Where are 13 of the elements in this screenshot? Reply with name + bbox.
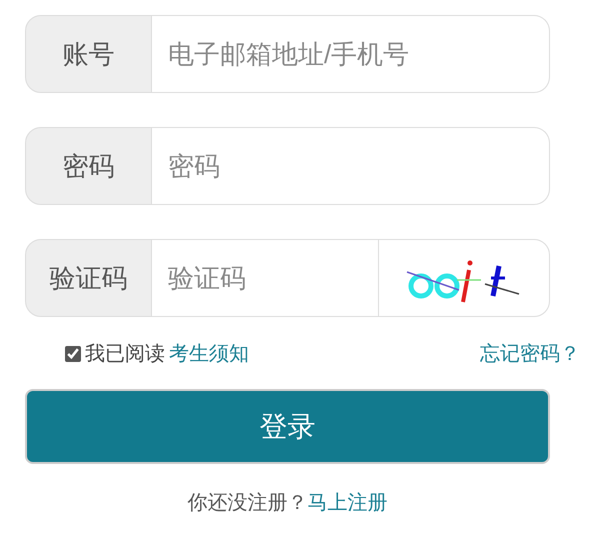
field-label: 账号 bbox=[25, 15, 152, 93]
register-link[interactable]: 马上注册 bbox=[308, 488, 388, 518]
field-label: 密码 bbox=[25, 127, 152, 205]
forgot-password-link[interactable]: 忘记密码？ bbox=[480, 339, 580, 369]
input-field[interactable]: 验证码 bbox=[152, 239, 378, 317]
terms-link[interactable]: 考生须知 bbox=[169, 339, 249, 369]
register-prompt: 你还没注册？ bbox=[188, 491, 308, 516]
agreement-text: 我已阅读 bbox=[85, 342, 165, 367]
agreement-checkbox[interactable] bbox=[65, 346, 81, 362]
field-label: 验证码 bbox=[25, 239, 152, 317]
login-button[interactable]: 登录 bbox=[25, 389, 550, 464]
input-field[interactable]: 密码 bbox=[152, 127, 550, 205]
input-field[interactable]: 电子邮箱地址/手机号 bbox=[152, 15, 550, 93]
